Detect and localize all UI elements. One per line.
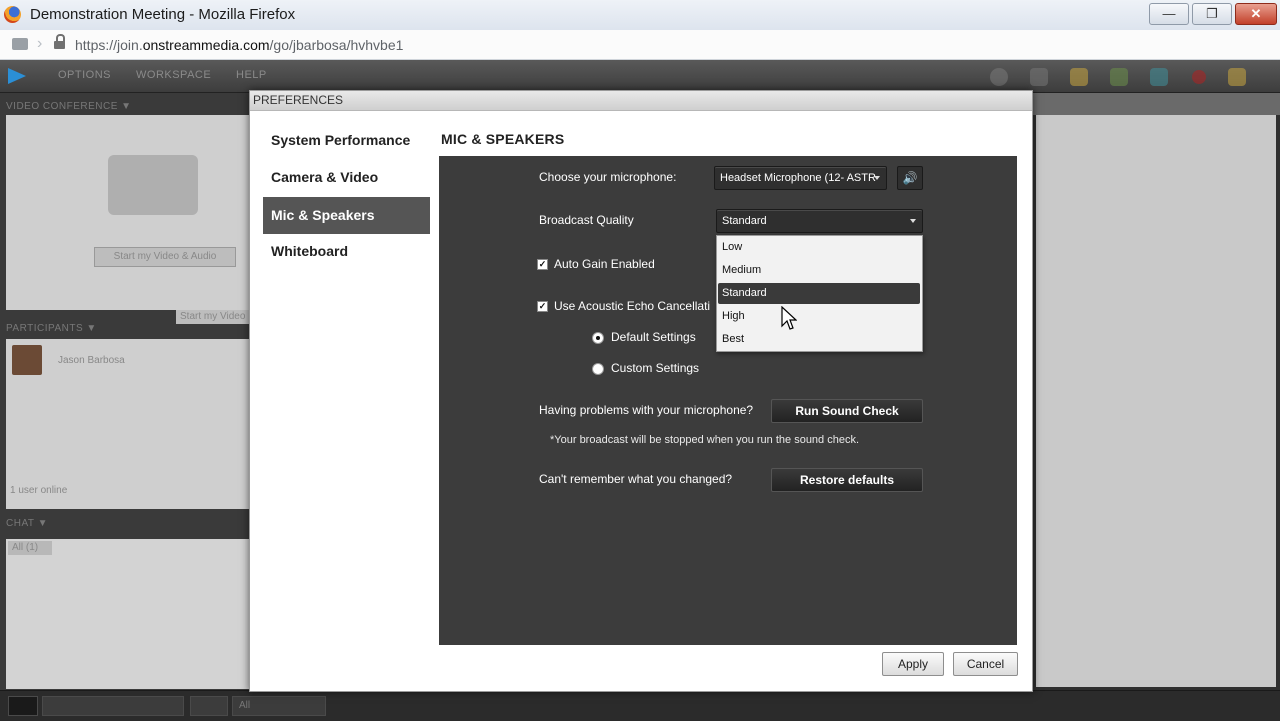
browser-titlebar: Demonstration Meeting - Mozilla Firefox …	[0, 0, 1280, 31]
send-button[interactable]	[190, 696, 228, 716]
app-logo-icon	[8, 68, 26, 84]
run-sound-check-button[interactable]: Run Sound Check	[771, 399, 923, 423]
url-domain: onstreammedia.com	[142, 37, 270, 53]
lock-icon[interactable]	[54, 34, 65, 50]
restore-question: Can't remember what you changed?	[539, 472, 733, 486]
right-panel	[1032, 93, 1280, 691]
mic-speakers-panel: Choose your microphone: Headset Micropho…	[439, 156, 1017, 645]
default-settings-radio[interactable]	[592, 332, 604, 344]
auto-gain-checkbox[interactable]: ✓	[537, 259, 548, 270]
broadcast-quality-select[interactable]: Standard	[716, 209, 923, 233]
preferences-dialog: PREFERENCES System Performance Camera & …	[249, 90, 1033, 692]
broadcast-quality-label: Broadcast Quality	[539, 213, 634, 227]
start-video-button[interactable]: Start my Video	[176, 310, 250, 324]
echo-cancel-label: Use Acoustic Echo Cancellati	[554, 299, 711, 313]
video-camera-icon	[108, 155, 198, 215]
right-panel-header	[1032, 93, 1280, 115]
quality-option-standard[interactable]: Standard	[718, 283, 920, 304]
chevron-down-icon	[910, 219, 916, 223]
user-icon[interactable]	[1110, 68, 1128, 86]
menu-workspace[interactable]: WORKSPACE	[136, 69, 211, 81]
nav-mic-speakers[interactable]: Mic & Speakers	[263, 197, 430, 234]
cancel-button[interactable]: Cancel	[953, 652, 1018, 676]
share-folder-icon[interactable]	[1070, 68, 1088, 86]
quality-option-low[interactable]: Low	[718, 237, 920, 258]
section-title: MIC & SPEAKERS	[441, 131, 565, 147]
sound-check-note: *Your broadcast will be stopped when you…	[550, 434, 860, 446]
menu-help[interactable]: HELP	[236, 69, 267, 81]
sound-check-question: Having problems with your microphone?	[539, 403, 754, 417]
echo-cancel-checkbox[interactable]: ✓	[537, 301, 548, 312]
chat-bubble-icon[interactable]	[1228, 68, 1246, 86]
participants-list: Jason Barbosa 1 user online	[6, 339, 250, 509]
text-color-picker[interactable]	[8, 696, 38, 716]
webcam-icon[interactable]	[990, 68, 1008, 86]
microphone-icon[interactable]	[1030, 68, 1048, 86]
chat-header[interactable]: CHAT ▼	[6, 518, 250, 532]
quality-option-best[interactable]: Best	[718, 329, 920, 350]
custom-settings-label: Custom Settings	[611, 361, 700, 375]
users-online-count: 1 user online	[10, 485, 68, 496]
chat-input[interactable]	[42, 696, 184, 716]
address-bar[interactable]: › https://join.onstreammedia.com/go/jbar…	[0, 30, 1280, 60]
url-path: /go/jbarbosa/hvhvbe1	[269, 37, 404, 53]
identity-separator-icon: ›	[37, 35, 43, 52]
app-toolbar: OPTIONS WORKSPACE HELP	[0, 60, 1280, 93]
minimize-button[interactable]: —	[1149, 3, 1189, 25]
url-text[interactable]: https://join.onstreammedia.com/go/jbarbo…	[75, 37, 403, 53]
speaker-test-button[interactable]: 🔊	[897, 166, 923, 190]
nav-camera-video[interactable]: Camera & Video	[263, 159, 430, 196]
left-panel: VIDEO CONFERENCE ▼ Start my Video & Audi…	[0, 93, 250, 691]
dialog-title: PREFERENCES	[250, 91, 1032, 111]
quality-option-medium[interactable]: Medium	[718, 260, 920, 281]
right-panel-body	[1036, 115, 1276, 687]
chat-box: All (1)	[6, 539, 250, 689]
chevron-down-icon	[874, 176, 880, 180]
broadcast-quality-menu: Low Medium Standard High Best	[716, 235, 923, 352]
default-settings-label: Default Settings	[611, 330, 696, 344]
broadcast-quality-value: Standard	[722, 215, 767, 227]
window-title: Demonstration Meeting - Mozilla Firefox	[30, 6, 296, 23]
mouse-pointer-icon	[781, 306, 797, 330]
url-prefix: https://join.	[75, 37, 143, 53]
microphone-label: Choose your microphone:	[539, 170, 677, 184]
start-video-audio-button[interactable]: Start my Video & Audio	[94, 247, 236, 267]
screen-share-icon[interactable]	[1150, 68, 1168, 86]
page-icon	[12, 38, 28, 50]
restore-defaults-button[interactable]: Restore defaults	[771, 468, 923, 492]
menu-options[interactable]: OPTIONS	[58, 69, 111, 81]
participants-header[interactable]: PARTICIPANTS ▼	[6, 323, 250, 337]
apply-button[interactable]: Apply	[882, 652, 944, 676]
participant-name[interactable]: Jason Barbosa	[58, 355, 125, 366]
speaker-icon: 🔊	[902, 171, 918, 185]
nav-system-performance[interactable]: System Performance	[263, 122, 430, 159]
recipient-select[interactable]: All	[232, 696, 326, 716]
video-box: Start my Video & Audio Start my Video	[6, 115, 250, 324]
avatar	[12, 345, 42, 375]
microphone-select[interactable]: Headset Microphone (12- ASTR	[714, 166, 887, 190]
custom-settings-radio[interactable]	[592, 363, 604, 375]
microphone-select-value: Headset Microphone (12- ASTR	[720, 172, 876, 184]
close-window-button[interactable]: ✕	[1235, 3, 1277, 25]
chat-tab-all[interactable]: All (1)	[8, 541, 52, 555]
record-icon[interactable]	[1192, 70, 1206, 84]
firefox-logo-icon	[4, 6, 21, 23]
auto-gain-label: Auto Gain Enabled	[554, 257, 655, 271]
video-conference-header[interactable]: VIDEO CONFERENCE ▼	[6, 101, 250, 115]
quality-option-high[interactable]: High	[718, 306, 920, 327]
restore-button[interactable]: ❐	[1192, 3, 1232, 25]
nav-whiteboard[interactable]: Whiteboard	[263, 233, 430, 270]
bottom-bar: All	[0, 690, 1280, 721]
